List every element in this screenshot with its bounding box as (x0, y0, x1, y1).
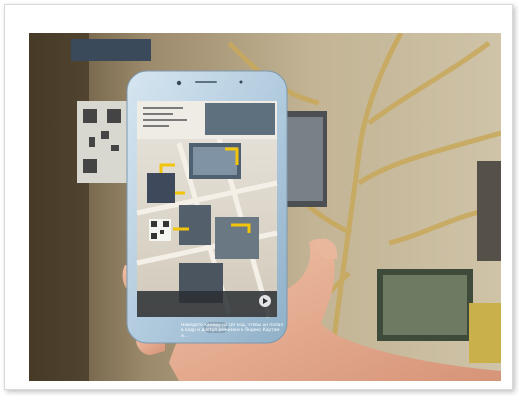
ar-photo-1-inner (193, 147, 237, 175)
wall-photo-top (71, 39, 151, 61)
dark-left-area (29, 33, 89, 381)
phone-front-camera (176, 80, 182, 86)
photo-frame: Наведите камеру на QR код, чтобы он попа… (4, 4, 513, 390)
ar-photo-3 (179, 205, 211, 245)
screen-photo-top (205, 103, 275, 135)
ar-photo-2 (147, 173, 175, 203)
phone-screen-caption: Наведите камеру на QR код, чтобы он попа… (181, 323, 284, 339)
photo: Наведите камеру на QR код, чтобы он попа… (29, 33, 501, 381)
wall-photo-lower-inner (383, 275, 467, 335)
phone-sensor (239, 80, 243, 84)
ar-photo-4 (215, 217, 259, 259)
phone (126, 70, 288, 344)
screen-caption-bar (137, 291, 277, 317)
phone-speaker (195, 81, 217, 83)
wall-photo-right (477, 161, 501, 261)
wall-photo-right-bottom (469, 303, 501, 363)
